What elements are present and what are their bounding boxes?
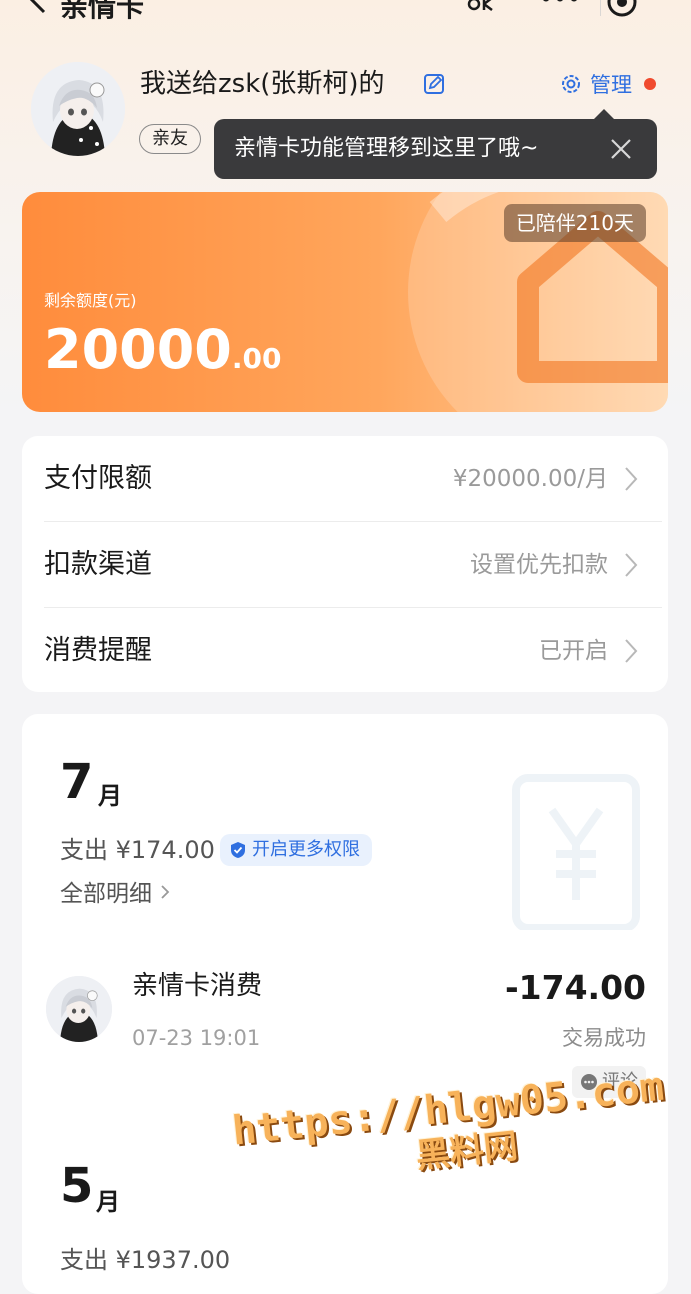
family-card[interactable]: 已陪伴210天 剩余额度(元) 20000.00 (22, 192, 668, 412)
transaction-status: 交易成功 (562, 1026, 646, 1050)
back-arrow-icon[interactable] (26, 0, 50, 14)
transaction-avatar (46, 976, 112, 1042)
remaining-label: 剩余额度(元) (44, 291, 137, 310)
enable-permissions-button[interactable]: 开启更多权限 (220, 834, 372, 866)
chevron-right-icon (625, 553, 638, 577)
settings-row-label: 消费提醒 (44, 635, 152, 666)
shield-check-icon (231, 842, 245, 858)
manage-label: 管理 (590, 73, 632, 97)
chevron-right-icon (625, 639, 638, 663)
all-details-label: 全部明细 (60, 881, 152, 907)
month-unit: 月 (98, 782, 122, 810)
anime-avatar-image (46, 976, 112, 1042)
settings-row-spending-reminder[interactable]: 消费提醒 已开启 (22, 608, 668, 694)
close-miniprogram-icon[interactable] (600, 0, 640, 18)
relation-tag: 亲友 (139, 124, 201, 154)
settings-row-value: ¥20000.00/月 (452, 466, 608, 492)
remaining-amount-integer: 20000 (44, 318, 232, 381)
anime-avatar-image (31, 62, 125, 156)
settings-row-payment-limit[interactable]: 支付限额 ¥20000.00/月 (22, 436, 668, 522)
tooltip: 亲情卡功能管理移到这里了哦~ (214, 109, 657, 179)
settings-row-label: 支付限额 (44, 463, 152, 494)
navigation-bar: 亲情卡 (0, 0, 691, 28)
remaining-amount: 20000.00 (44, 320, 281, 389)
all-details-link[interactable]: 全部明细 (60, 878, 171, 910)
settings-row-value: 设置优先扣款 (470, 552, 608, 578)
month-spend: 支出 ¥174.00 (60, 836, 215, 864)
card-owner-name: 我送给zsk(张斯柯)的 (140, 69, 385, 99)
accessibility-icon[interactable] (466, 0, 496, 16)
transaction-amount: -174.00 (504, 968, 646, 1007)
gear-icon (562, 75, 580, 93)
avatar[interactable] (31, 62, 125, 156)
edit-icon[interactable] (422, 72, 446, 96)
chevron-right-icon (161, 885, 170, 899)
enable-permissions-label: 开启更多权限 (252, 839, 360, 860)
month-number: 7 (60, 754, 94, 810)
month-unit: 月 (96, 1188, 120, 1216)
close-icon[interactable] (607, 135, 635, 163)
tooltip-text: 亲情卡功能管理移到这里了哦~ (234, 136, 539, 161)
comment-button[interactable]: 评论 (572, 1066, 646, 1098)
month-number: 5 (60, 1158, 94, 1214)
settings-row-deduction-channel[interactable]: 扣款渠道 设置优先扣款 (22, 522, 668, 608)
remaining-amount-decimal: .00 (231, 342, 282, 375)
month-spend: 支出 ¥1937.00 (60, 1246, 231, 1274)
yuan-document-icon (512, 774, 640, 930)
comment-label: 评论 (602, 1071, 638, 1092)
notification-dot (644, 78, 656, 90)
manage-button[interactable]: 管理 (560, 68, 632, 100)
days-badge: 已陪伴210天 (503, 204, 646, 242)
comment-icon (581, 1074, 597, 1090)
bills-section: 7 月 支出 ¥174.00 开启更多权限 全部明细 亲情卡消费 07-23 1… (22, 714, 668, 1294)
page-title: 亲情卡 (60, 0, 145, 23)
chevron-right-icon (625, 467, 638, 491)
transaction-title: 亲情卡消费 (132, 971, 263, 1001)
settings-row-label: 扣款渠道 (44, 549, 152, 580)
transaction-time: 07-23 19:01 (132, 1026, 261, 1050)
more-icon[interactable] (540, 0, 580, 8)
settings-row-value: 已开启 (539, 638, 608, 664)
settings-list: 支付限额 ¥20000.00/月 扣款渠道 设置优先扣款 消费提醒 已开启 (22, 436, 668, 692)
